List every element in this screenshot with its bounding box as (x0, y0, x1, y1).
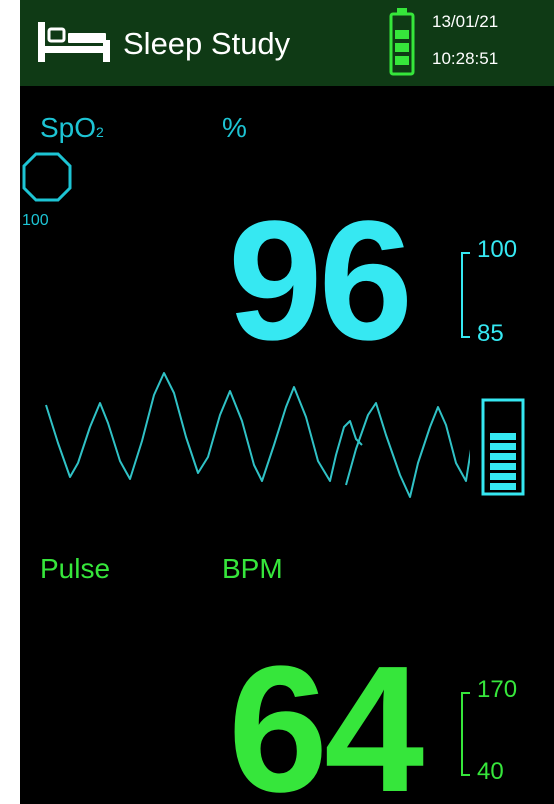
bed-icon (38, 22, 110, 62)
spo2-low-limit: 85 (477, 320, 504, 347)
alarm-level-value: 100 (22, 212, 49, 229)
monitor-screen: Sleep Study 13/01/21 10:28:51 SpO2 % 100… (20, 0, 554, 804)
pulse-unit: BPM (222, 553, 283, 584)
header-bar: Sleep Study 13/01/21 10:28:51 (20, 0, 554, 86)
pleth-waveform (45, 372, 470, 498)
pulse-value: 64 (228, 629, 424, 804)
spo2-label-text: SpO (40, 112, 97, 143)
spo2-high-limit: 100 (477, 236, 518, 263)
time-display: 10:28:51 (432, 49, 499, 68)
app-title: Sleep Study (123, 26, 291, 61)
date-display: 13/01/21 (432, 12, 499, 31)
spo2-limit-bracket (461, 252, 470, 338)
pulse-high-limit: 170 (477, 676, 518, 703)
octagon-icon (22, 152, 72, 202)
pulse-limit-bracket (461, 692, 470, 776)
battery-icon (389, 8, 415, 76)
spo2-label: SpO2 (40, 112, 104, 144)
spo2-label-subscript: 2 (96, 124, 104, 140)
pulse-label: Pulse (40, 553, 111, 584)
spo2-unit: % (222, 112, 247, 143)
pulse-low-limit: 40 (477, 758, 504, 785)
perfusion-bar-icon (481, 398, 525, 496)
spo2-value: 96 (228, 186, 413, 376)
